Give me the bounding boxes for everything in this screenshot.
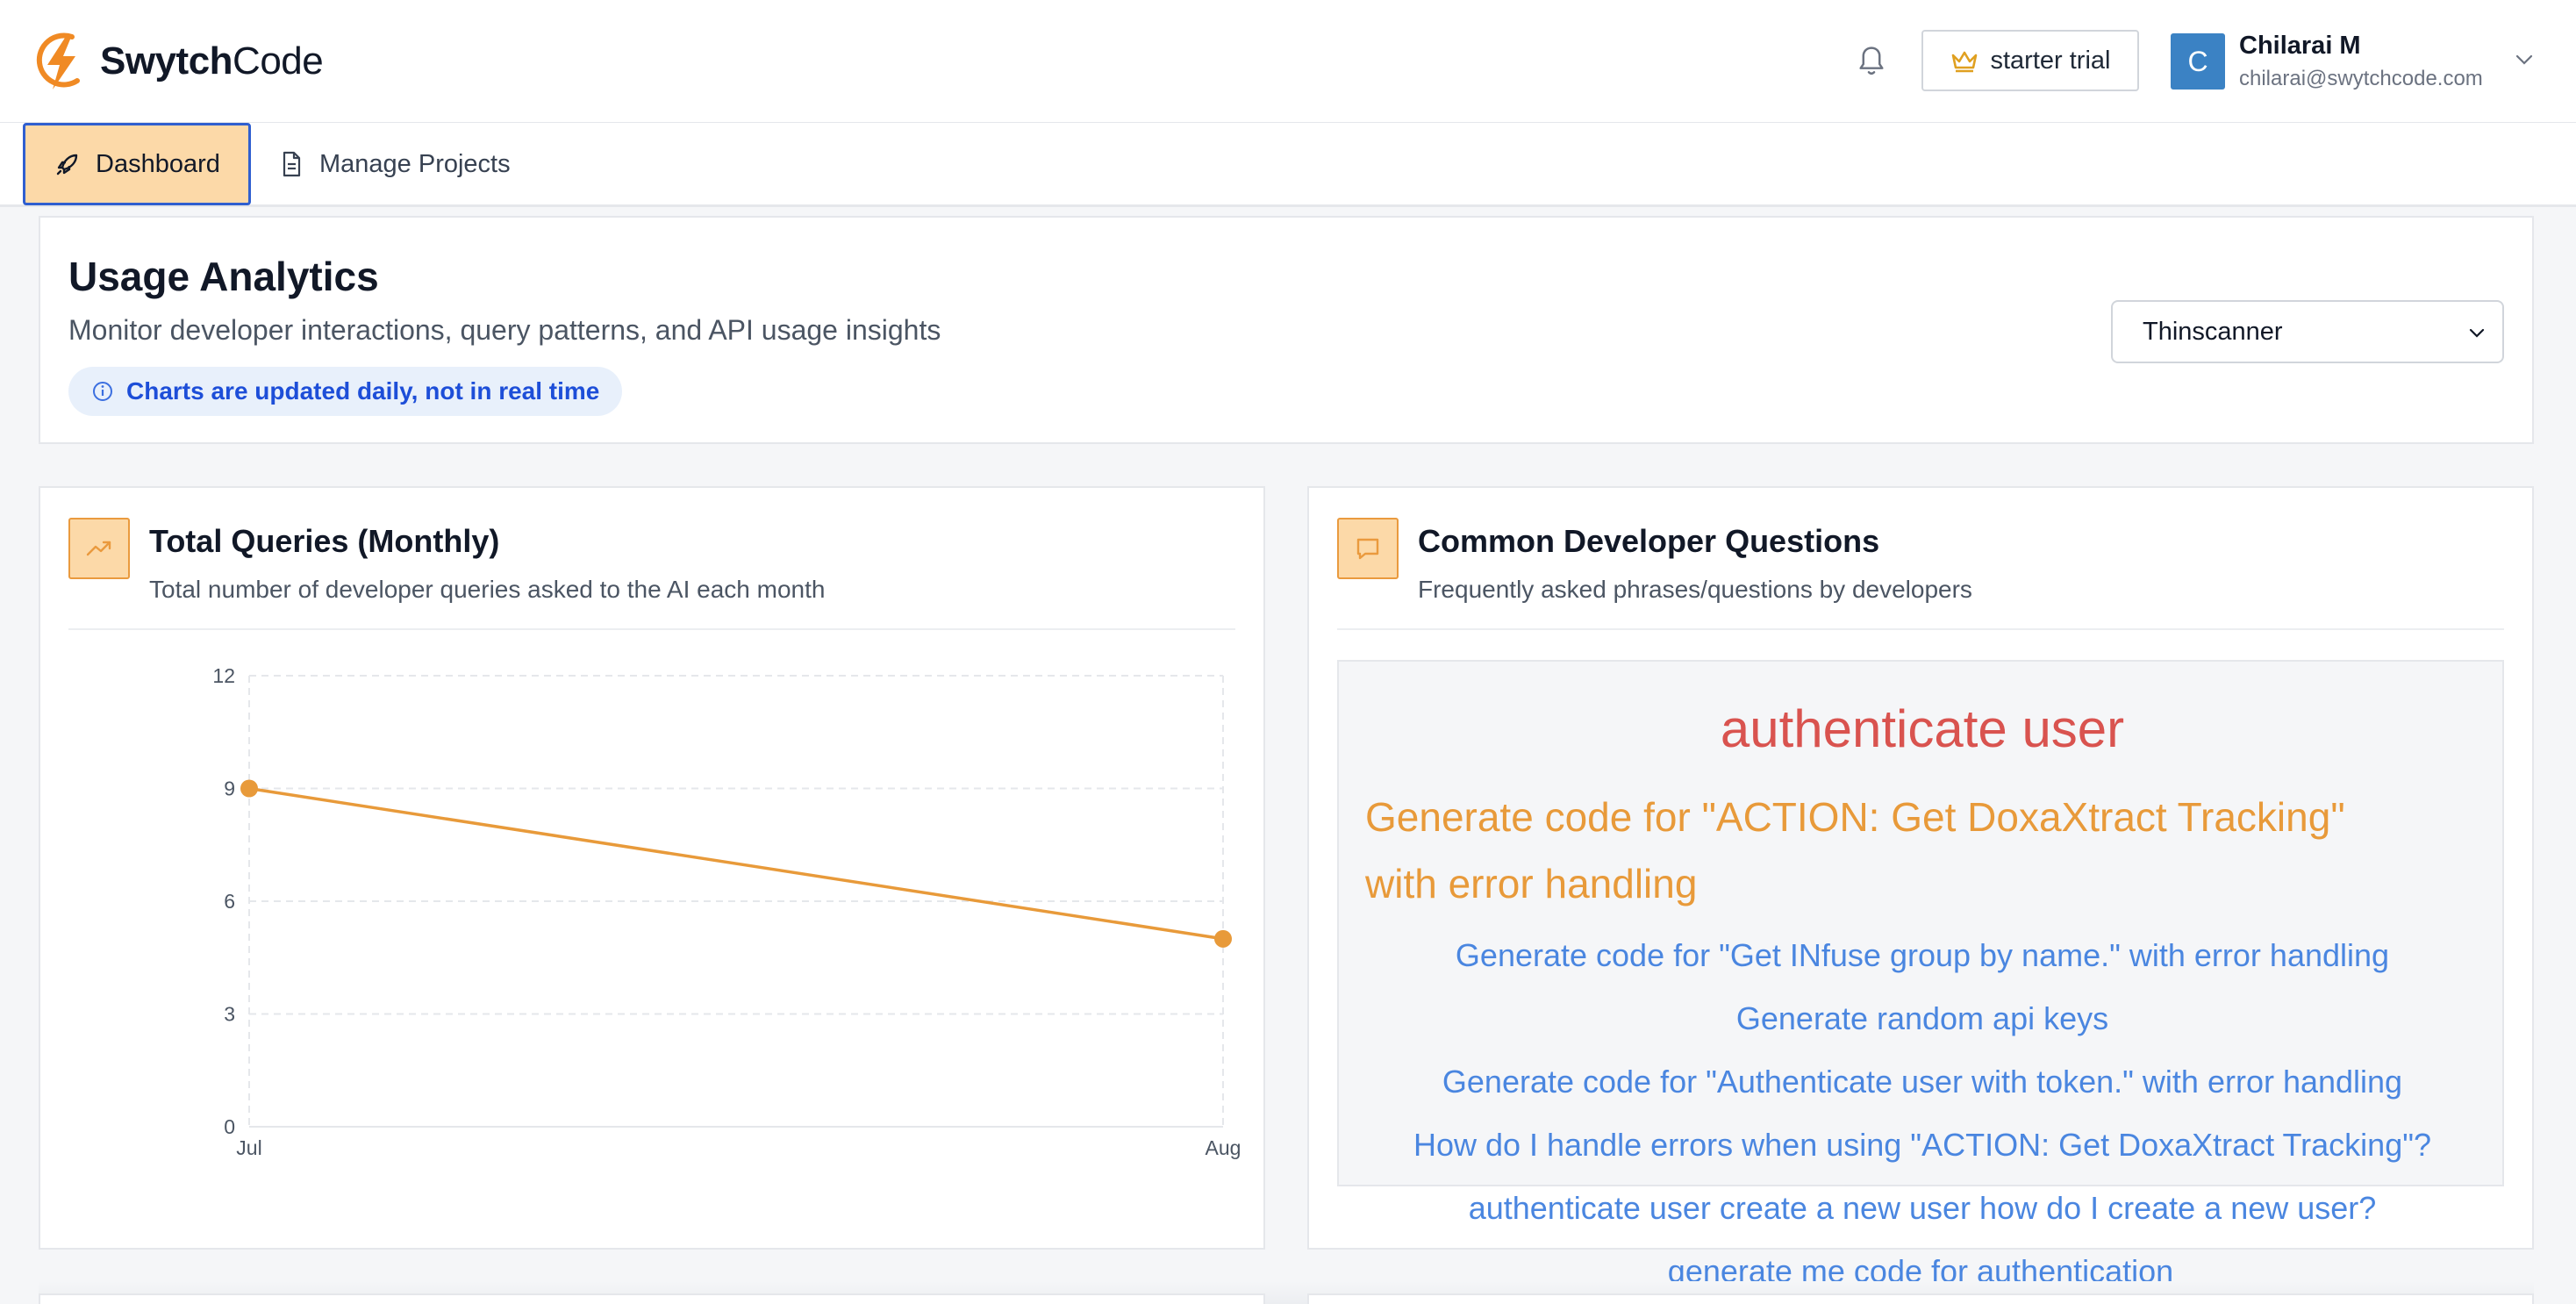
cloud-phrase[interactable]: Generate code for "Get INfuse group by n…	[1309, 937, 2532, 974]
divider	[68, 628, 1235, 630]
y-tick-label: 6	[224, 890, 235, 913]
series-line	[248, 786, 1224, 941]
avatar[interactable]: C	[2171, 33, 2225, 90]
tab-manage-projects[interactable]: Manage Projects	[275, 123, 511, 205]
starter-trial-button[interactable]: starter trial	[1921, 30, 2139, 91]
chat-bubble-icon-box	[1337, 518, 1399, 579]
starter-trial-label: starter trial	[1990, 46, 2111, 75]
brand-name: SwytchCode	[100, 39, 324, 82]
page-title: Usage Analytics	[68, 254, 379, 299]
cloud-phrase[interactable]: with error handling	[1365, 860, 1697, 907]
y-tick-label: 9	[224, 777, 235, 800]
cloud-phrase[interactable]: authenticate user	[1309, 699, 2532, 759]
cloud-phrase[interactable]: How do I handle errors when using "ACTIO…	[1309, 1127, 2532, 1164]
chevron-down-icon	[2469, 328, 2485, 338]
total-queries-line-chart: 0 3 6 9 12 Jul Aug	[212, 664, 1241, 1159]
next-panel-right	[1307, 1293, 2534, 1304]
app-root: SwytchCode starter trial C Chilarai M ch…	[0, 0, 2576, 1304]
cloud-phrase[interactable]: Generate code for "Authenticate user wit…	[1309, 1064, 2532, 1100]
cloud-phrase[interactable]: Generate code for "ACTION: Get DoxaXtrac…	[1365, 793, 2345, 841]
tab-dashboard-label: Dashboard	[96, 149, 220, 178]
brand-logo[interactable]: SwytchCode	[33, 30, 324, 93]
chat-bubble-icon	[1356, 538, 1379, 560]
common-questions-panel: Common Developer Questions Frequently as…	[1307, 486, 2534, 1250]
trending-up-icon-box	[68, 518, 130, 579]
update-notice-badge: Charts are updated daily, not in real ti…	[68, 367, 623, 416]
user-email: chilarai@swytchcode.com	[2239, 67, 2483, 90]
main-nav: Dashboard Manage Projects	[0, 123, 2576, 207]
cloud-phrase[interactable]: authenticate user create a new user how …	[1309, 1190, 2532, 1227]
bell-icon[interactable]	[1855, 44, 1888, 79]
chevron-down-icon[interactable]	[2513, 51, 2536, 68]
panel-title: Common Developer Questions	[1418, 523, 1880, 559]
tab-dashboard[interactable]: Dashboard	[23, 123, 251, 205]
trending-up-icon	[86, 541, 111, 556]
tab-manage-projects-label: Manage Projects	[319, 149, 511, 178]
y-tick-label: 12	[212, 664, 235, 687]
top-header: SwytchCode starter trial C Chilarai M ch…	[0, 0, 2576, 123]
total-queries-panel: Total Queries (Monthly) Total number of …	[39, 486, 1265, 1250]
rocket-icon	[56, 154, 78, 176]
project-select[interactable]: Thinscanner	[2111, 300, 2504, 363]
cloud-phrase[interactable]: Generate random api keys	[1309, 1000, 2532, 1037]
update-notice-text: Charts are updated daily, not in real ti…	[126, 377, 600, 405]
x-tick-label: Jul	[236, 1136, 261, 1159]
page-subtitle: Monitor developer interactions, query pa…	[68, 314, 941, 346]
document-icon	[283, 151, 301, 177]
panel-subtitle: Frequently asked phrases/questions by de…	[1418, 576, 1972, 603]
crown-icon	[1951, 51, 1977, 73]
project-select-value: Thinscanner	[2143, 317, 2283, 346]
y-tick-label: 3	[224, 1003, 235, 1026]
data-point	[1214, 929, 1232, 948]
next-panel-left	[39, 1293, 1265, 1304]
info-icon	[93, 382, 112, 401]
y-tick-label: 0	[224, 1115, 235, 1138]
data-point	[240, 779, 258, 798]
divider	[1337, 628, 2504, 630]
user-name[interactable]: Chilarai M	[2239, 32, 2361, 61]
usage-analytics-header: Usage Analytics Monitor developer intera…	[39, 216, 2534, 444]
x-tick-label: Aug	[1206, 1136, 1241, 1159]
lightning-bolt-logo-icon	[36, 32, 80, 90]
panel-subtitle: Total number of developer queries asked …	[149, 576, 826, 603]
panel-title: Total Queries (Monthly)	[149, 523, 500, 559]
